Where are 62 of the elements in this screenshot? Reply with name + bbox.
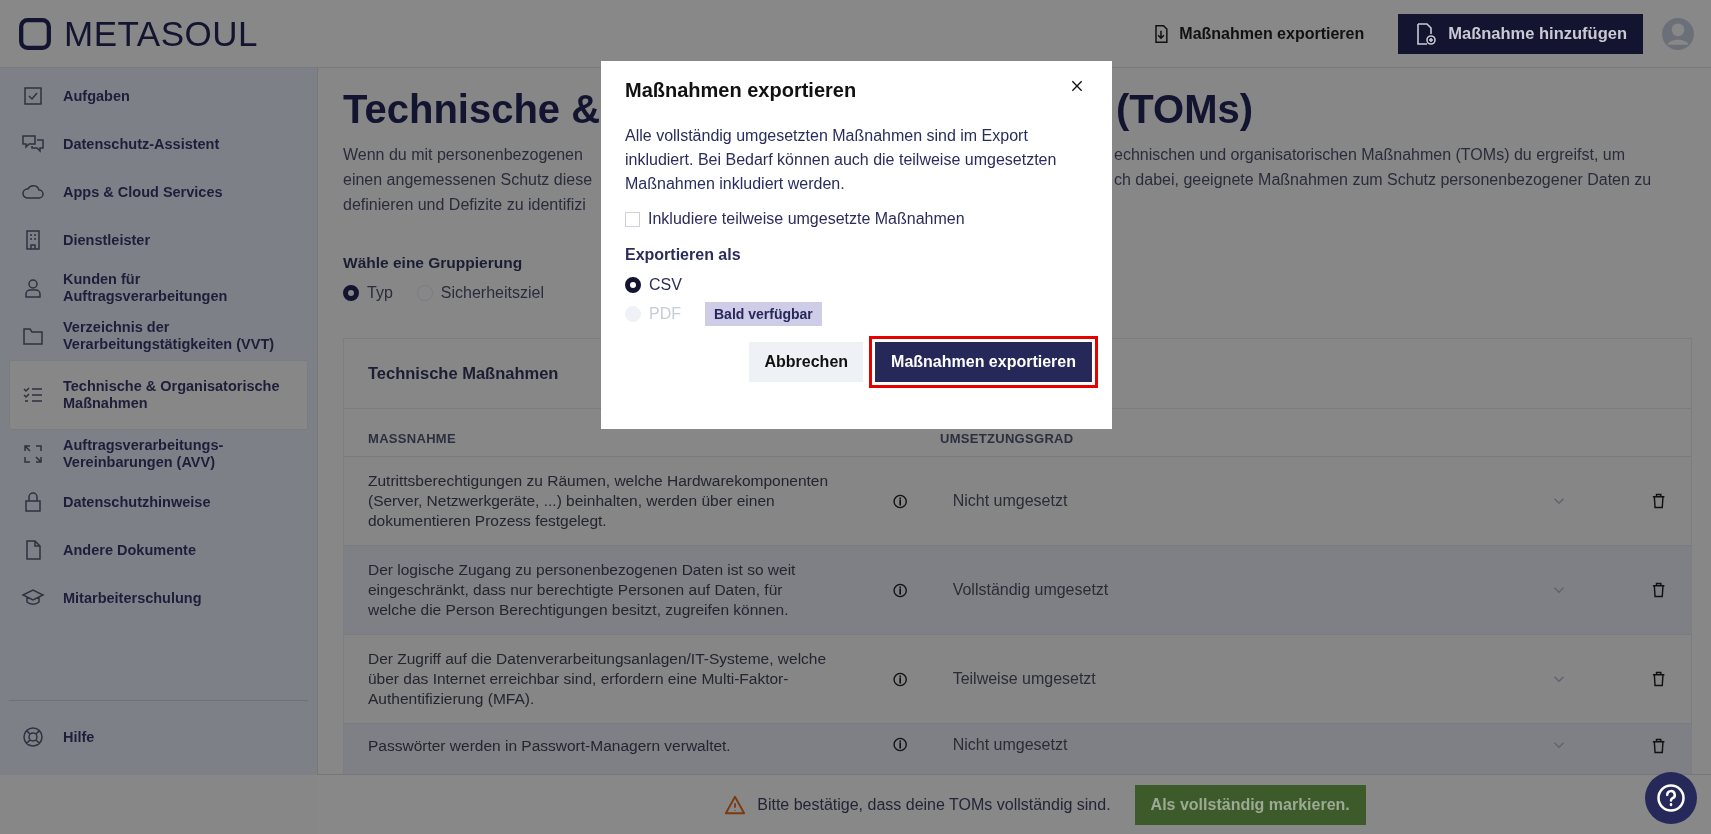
intro-text: einen angemessenen Schutz diese — [343, 170, 594, 190]
status-dropdown[interactable]: Nicht umgesetzt — [952, 736, 1568, 754]
sidebar-item[interactable]: Dienstleister — [9, 216, 308, 264]
info-icon[interactable] — [892, 736, 909, 753]
export-link[interactable]: Maßnahmen exportieren — [1151, 22, 1365, 45]
format-label: Exportieren als — [625, 246, 742, 264]
dialog-text: Alle vollständig umgesetzten Maßnahmen sind im Export inkludiert. Bei Bedarf können auch die teilweise umgesetzten Maßnahmen inkludiert werden. — [625, 126, 1058, 194]
status-dropdown[interactable]: Nicht umgesetzt — [952, 492, 1568, 510]
radio-option[interactable]: Sicherheitsziel — [416, 284, 544, 302]
radio-label: Typ — [367, 284, 393, 302]
column-header: UMSETZUNGSGRAD — [940, 431, 1074, 446]
logo-text: METASOUL — [64, 13, 258, 54]
radio-option[interactable]: Typ — [343, 284, 393, 302]
measure-text: Zutrittsberechtigungen zu Räumen, welche Hardwarekomponenten (Server, Netzwerkgeräte, ...) beinhalten, werden über einen dokumentieren Prozess festgelegt. — [368, 471, 830, 531]
chat-bubbles-icon — [21, 132, 45, 156]
checkbox-icon — [21, 84, 45, 108]
radio-button[interactable] — [625, 277, 641, 293]
lifebuoy-icon — [21, 725, 45, 749]
sidebar-item[interactable]: Apps & Cloud Services — [9, 168, 308, 216]
sidebar-item[interactable]: Aufgaben — [9, 72, 308, 120]
radio-label: CSV — [649, 276, 682, 294]
help-icon — [1656, 783, 1686, 813]
page-title: Technische & — [343, 86, 601, 133]
sidebar-item[interactable]: Datenschutzhinweise — [9, 478, 308, 526]
sidebar-item[interactable]: Mitarbeiterschulung — [9, 574, 308, 622]
warning-icon — [723, 793, 748, 816]
sidebar-item[interactable]: Kunden für Auftragsverarbeitungen — [9, 264, 308, 312]
info-icon[interactable] — [892, 492, 909, 510]
help-link[interactable]: Hilfe — [9, 713, 308, 761]
export-button[interactable]: Maßnahmen exportieren — [875, 342, 1092, 382]
warning-text: Bitte bestätige, dass deine TOMs vollständig sind. — [757, 795, 1111, 814]
logo-icon — [18, 16, 52, 51]
coming-soon-badge: Bald verfügbar — [705, 302, 822, 326]
checkbox-label: Inkludiere teilweise umgesetzte Maßnahmen — [648, 210, 965, 228]
measure-text: Der Zugriff auf die Datenverarbeitungsanlagen/IT-Systeme, welche über das Internet erreichbar sind, erfordern eine Multi-Faktor-Authentifizierung (MFA). — [368, 649, 828, 709]
sidebar-item[interactable]: Verzeichnis der Verarbeitungstätigkeiten (VVT) — [9, 312, 308, 360]
intro-text: echnischen und organisatorischen Maßnahmen (TOMs) du ergreifst, um — [1114, 145, 1627, 165]
sidebar-item[interactable]: Andere Dokumente — [9, 526, 308, 574]
radio-label: Sicherheitsziel — [440, 284, 544, 302]
measure-text: Passwörter werden in Passwort-Managern verwaltet. — [368, 736, 732, 756]
status-dropdown[interactable]: Vollständig umgesetzt — [952, 581, 1568, 599]
dialog-title: Maßnahmen exportieren — [625, 79, 857, 102]
info-icon[interactable] — [892, 581, 909, 599]
grouping-label: Wähle eine Gruppierung — [343, 254, 523, 272]
status-dropdown[interactable]: Teilweise umgesetzt — [952, 670, 1568, 688]
sidebar-item[interactable]: Technische & Organisatorische Maßnahmen — [9, 360, 308, 430]
radio-button[interactable] — [343, 285, 359, 301]
intro-text: Wenn du mit personenbezogenen — [343, 145, 584, 165]
add-button[interactable]: Maßnahme hinzufügen — [1398, 13, 1643, 54]
info-icon[interactable] — [892, 670, 909, 688]
add-file-icon — [1414, 21, 1439, 46]
column-header: MASSNAHME — [368, 431, 457, 446]
page-title: (TOMs) — [1116, 86, 1255, 133]
checkbox[interactable] — [625, 211, 640, 227]
sidebar-item[interactable]: Datenschutz-Assistent — [9, 120, 308, 168]
intro-text: definieren und Defizite zu identifizi — [343, 195, 587, 215]
mark-complete-button[interactable]: Als vollständig markieren. — [1134, 784, 1366, 825]
intro-text: ch dabei, geeignete Maßnahmen zum Schutz personenbezogener Daten zu — [1114, 170, 1652, 190]
arrows-icon — [21, 442, 45, 466]
sidebar-item[interactable]: Auftragsverarbeitungs- Vereinbarungen (AVV) — [9, 430, 308, 478]
measure-text: Der logische Zugang zu personenbezogenen Daten ist so weit eingeschränkt, dass nur berechtigte Personen auf Daten, für welche die Person Berechtigungen besitzt, zugreifen können. — [368, 560, 797, 620]
cancel-button[interactable]: Abbrechen — [749, 342, 864, 382]
